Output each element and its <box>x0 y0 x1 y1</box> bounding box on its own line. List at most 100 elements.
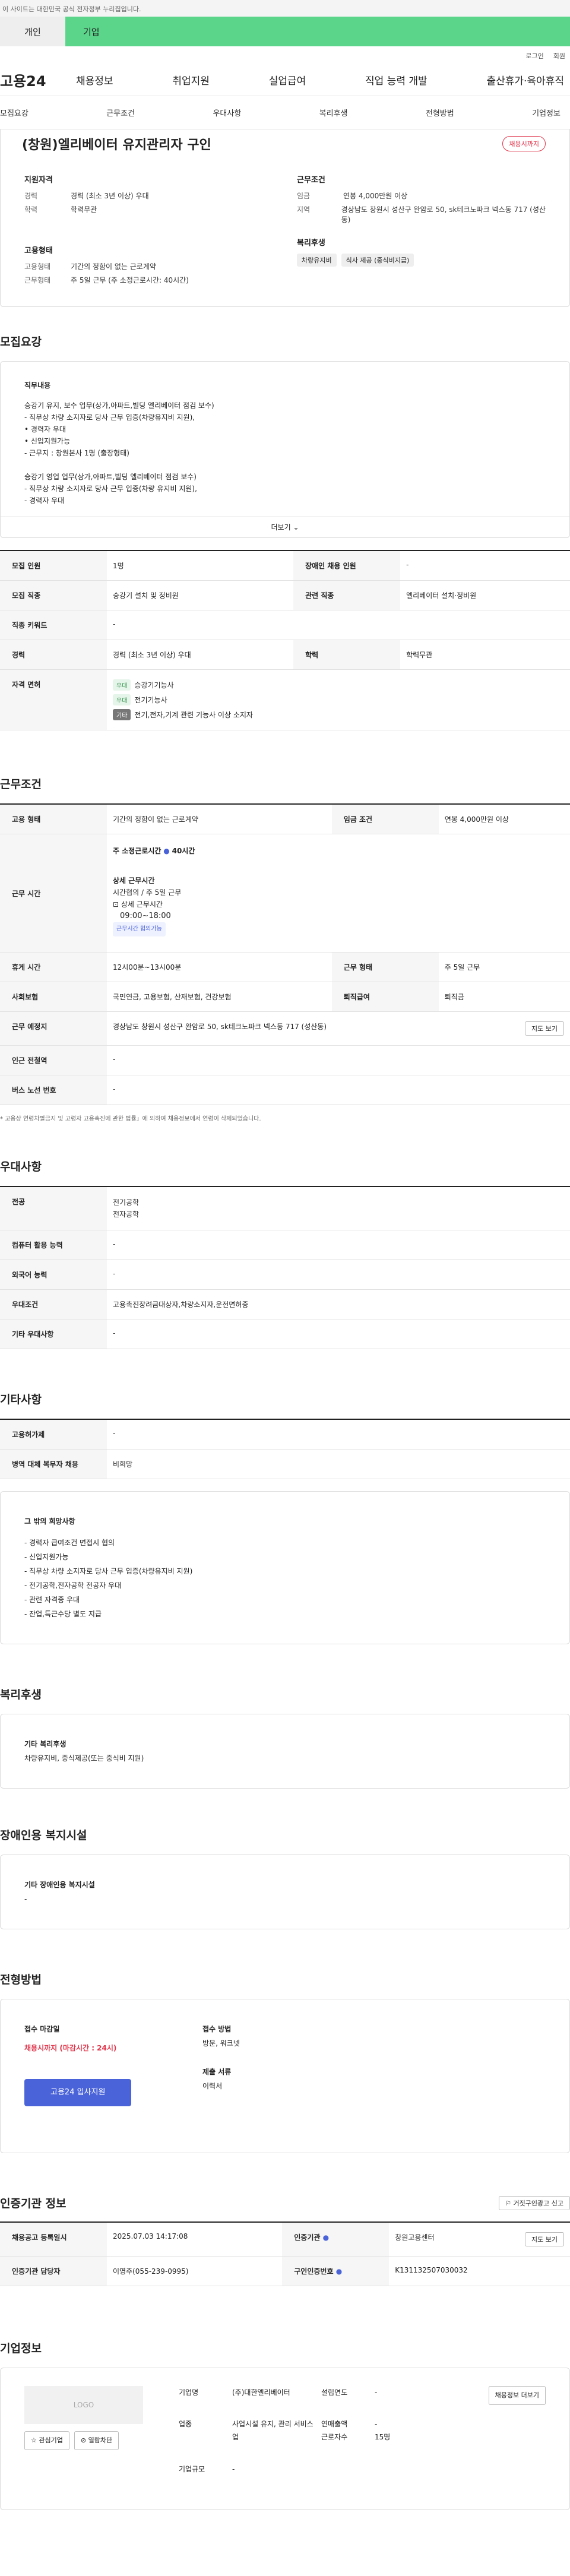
condition-heading: 근무조건 <box>297 176 325 185</box>
label: 경력 <box>24 192 38 200</box>
signup-link[interactable]: 회원 <box>553 51 565 60</box>
td: - <box>107 610 570 640</box>
apply-title: 전형방법 <box>0 1973 42 1986</box>
value: 경상남도 창원시 성산구 완암로 50, sk테크노파크 넥스동 717 (성산… <box>341 205 546 224</box>
table-row: 모집 직종 승강기 설치 및 정비원 관련 직종 엘리베이터 설치·정비원 <box>0 580 570 610</box>
th: 근무 예정지 <box>0 1011 107 1046</box>
th: 직종 키워드 <box>0 610 107 640</box>
site-logo[interactable]: 고용24 <box>0 69 76 90</box>
tab-company[interactable]: 기업정보 <box>532 107 560 118</box>
etc-box-heading: 그 밖의 희망사항 <box>24 1517 75 1526</box>
td: - <box>400 550 570 581</box>
hours-label: 주 소정근로시간 <box>113 847 162 855</box>
more-button[interactable]: 더보기 ⌄ <box>1 516 569 537</box>
util-links: 로그인 회원 <box>0 46 570 64</box>
table-row: 근무 예정지 경상남도 창원시 성산구 완암로 50, sk테크노파크 넥스동 7… <box>0 1011 570 1046</box>
recruit-title: 모집요강 <box>0 336 42 349</box>
sales-emp-values: - 15명 <box>375 2417 434 2460</box>
report-button[interactable]: ⚐ 거짓구인광고 신고 <box>499 2195 570 2210</box>
cert-org-label: 인증기관 <box>294 2233 321 2242</box>
th: 근무 시간 <box>0 834 107 952</box>
welfare-chip: 식사 제공 (중식비지급) <box>341 254 414 267</box>
label: 업종 <box>179 2420 192 2429</box>
block-label: 열람차단 <box>88 2436 113 2444</box>
td: K131132507030032 <box>389 2256 570 2286</box>
fav-button[interactable]: ☆ 관심기업 <box>24 2431 69 2450</box>
report-icon: ⚐ <box>505 2199 512 2207</box>
value: (주)대한엘리베이터 <box>232 2388 290 2397</box>
th: 모집 직종 <box>0 580 107 610</box>
td: 학력무관 <box>400 640 570 670</box>
detail-line: 시간협의 / 주 5일 근무 <box>113 888 182 897</box>
table-row: 고용 형태 기간의 정함이 없는 근로계약 임금 조건 연봉 4,000만원 이상 <box>0 804 570 834</box>
welfare-chip: 차량유지비 <box>297 254 337 267</box>
th: 근무 형태 <box>331 952 439 982</box>
td: - <box>107 1259 570 1290</box>
nav-support[interactable]: 취업지원 <box>172 72 210 87</box>
map-button[interactable]: 지도 보기 <box>525 2232 564 2246</box>
value: 사업시설 유지, 관리 서비스업 <box>232 2420 314 2442</box>
value: 15명 <box>375 2433 391 2442</box>
th: 장애인 채용 인원 <box>293 550 401 581</box>
major: 전기공학 <box>113 1198 140 1207</box>
tab-conditions[interactable]: 근무조건 <box>106 107 135 118</box>
disabled-box-heading: 기타 장애인용 복지시설 <box>24 1881 95 1889</box>
more-label: 더보기 <box>271 523 291 531</box>
nav-benefit[interactable]: 실업급여 <box>269 72 306 87</box>
more-jobs-button[interactable]: 채용정보 더보기 <box>488 2386 546 2405</box>
tab-selection[interactable]: 전형방법 <box>426 107 454 118</box>
label: 지역 <box>297 205 311 214</box>
map-button[interactable]: 지도 보기 <box>525 1021 564 1036</box>
block-button[interactable]: ⊘ 열람차단 <box>74 2431 119 2450</box>
recruit-table: 모집 인원 1명 장애인 채용 인원 - 모집 직종 승강기 설치 및 정비원 관련 직종… <box>0 550 570 730</box>
th: 기타 우대사항 <box>0 1319 107 1349</box>
table-row: 버스 노선 번호 - <box>0 1075 570 1105</box>
label: 연매출액 <box>321 2420 348 2429</box>
welfare-box: 기타 복리후생 차량유지비, 중식제공(또는 중식비 지원) <box>0 1714 570 1789</box>
conditions-title: 근무조건 <box>0 778 42 791</box>
td: - <box>107 1319 570 1349</box>
tab-recruit[interactable]: 모집요강 <box>0 107 28 118</box>
cert-no-label: 구인인증번호 <box>294 2267 334 2276</box>
company-title: 기업정보 <box>0 2342 42 2355</box>
nav-leave[interactable]: 출산휴가·육아휴직 <box>486 72 564 87</box>
desc-line: • 경력자 우대 <box>24 425 66 433</box>
value: - <box>375 2388 378 2397</box>
cert-header: 인증기관 정보 ⚐ 거짓구인광고 신고 <box>0 2195 570 2211</box>
main-nav: 고용24 채용정보 취업지원 실업급여 직업 능력 개발 출산휴가·육아휴직 <box>0 64 570 96</box>
table-row: 기타 우대사항 - <box>0 1319 570 1349</box>
job-title: (창원)엘리베이터 유지관리자 구인 <box>22 138 211 153</box>
td: 고용촉진장려금대상자,차량소지자,운전면허증 <box>107 1289 570 1319</box>
table-row: 근무 시간 주 소정근로시간 ● 40시간 상세 근무시간 시간협의 / 주 5… <box>0 834 570 952</box>
table-row: 병역 대체 복무자 채용 비희망 <box>0 1449 570 1479</box>
apply-button[interactable]: 고용24 입사지원 <box>24 2079 132 2106</box>
flex-tag: 근무시간 협의가능 <box>113 922 166 936</box>
info-icon: ● <box>163 847 170 855</box>
th: 사회보험 <box>0 982 107 1012</box>
etc-line: - 직무상 차량 소지자로 당사 근무 입증(차량유지비 지원) <box>24 1567 193 1575</box>
pref-table: 전공 전기공학 전자공학 컴퓨터 활용 능력 - 외국어 능력 - 우대조건 고용촉진장려… <box>0 1186 570 1349</box>
desc-line: • 신입지원가능 <box>24 437 71 445</box>
table-row: 컴퓨터 활용 능력 - <box>0 1230 570 1260</box>
login-link[interactable]: 로그인 <box>525 51 543 60</box>
tab-welfare[interactable]: 복리후생 <box>319 107 348 118</box>
desc-line: - 경력자 우대 <box>24 496 65 505</box>
th: 자격 면허 <box>0 669 107 730</box>
nav-training[interactable]: 직업 능력 개발 <box>365 72 428 87</box>
nav-jobs[interactable]: 채용정보 <box>76 72 113 87</box>
tab-preference[interactable]: 우대사항 <box>213 107 241 118</box>
value: 기간의 정함이 없는 근로계약 <box>71 262 156 271</box>
method-heading: 접수 방법 <box>202 2025 232 2033</box>
th: 휴게 시간 <box>0 952 107 982</box>
tab-personal[interactable]: 개인 <box>0 17 65 46</box>
table-row: 외국어 능력 - <box>0 1259 570 1290</box>
label: 기업명 <box>179 2388 199 2397</box>
table-row: 채용공고 등록일시 2025.07.03 14:17:08 인증기관 ● 창원고용센터… <box>0 2222 570 2257</box>
deadline-heading: 접수 마감일 <box>24 2025 60 2033</box>
th: 인증기관 ● <box>282 2222 390 2257</box>
th: 우대조건 <box>0 1289 107 1319</box>
tab-business[interactable]: 기업 <box>65 17 570 46</box>
method-value: 방문, 워크넷 <box>202 2039 240 2047</box>
disabled-text: - <box>24 1895 27 1903</box>
block-icon: ⊘ <box>80 2436 87 2444</box>
